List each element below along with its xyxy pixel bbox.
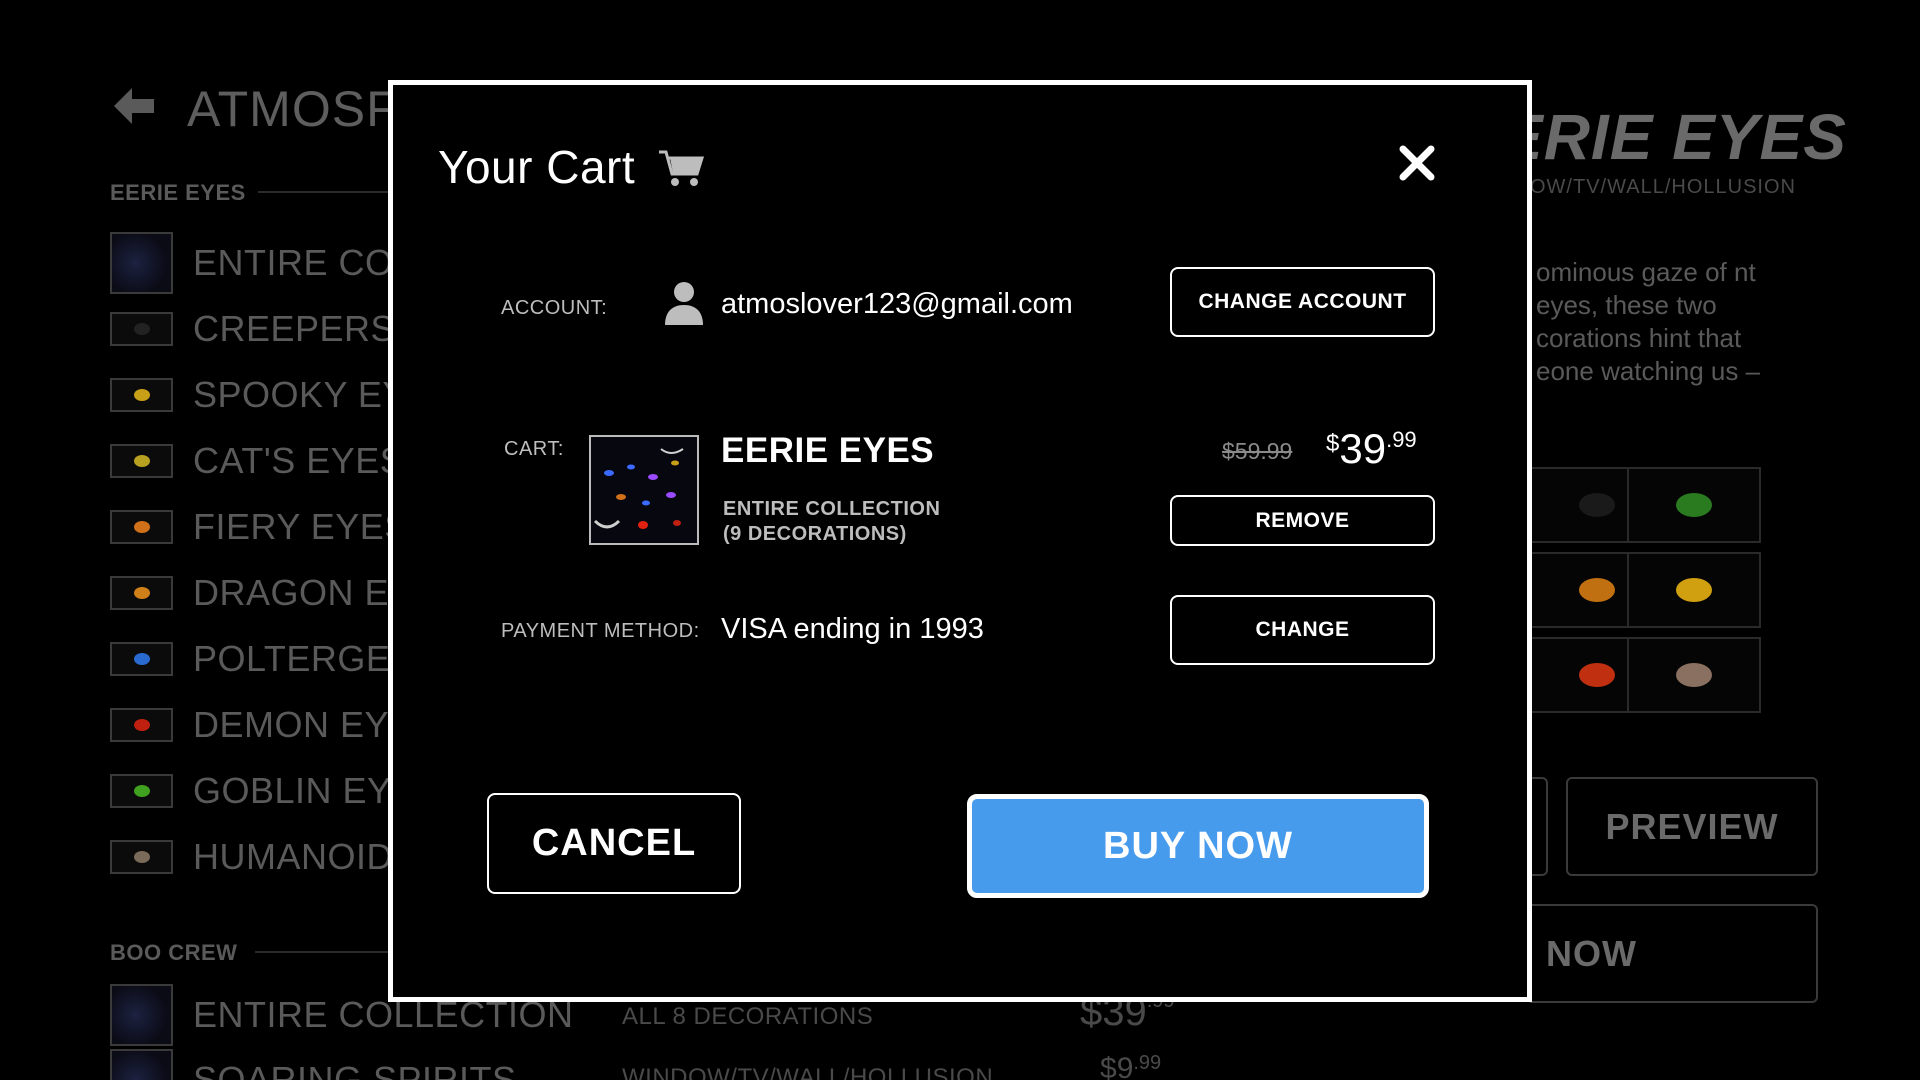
change-account-button[interactable]: CHANGE ACCOUNT <box>1170 267 1435 337</box>
eerie-eyes-artwork <box>591 437 697 543</box>
price-cents: .99 <box>1386 427 1417 452</box>
user-icon <box>665 282 703 325</box>
modal-title: Your Cart <box>438 140 705 194</box>
account-email: atmoslover123@gmail.com <box>721 288 1073 320</box>
product-subtitle-line: ENTIRE COLLECTION <box>723 498 941 520</box>
account-label: ACCOUNT: <box>501 297 608 319</box>
product-subtitle-line: (9 DECORATIONS) <box>723 523 907 545</box>
cart-icon <box>659 150 705 186</box>
product-name: EERIE EYES <box>721 431 935 470</box>
product-subtitle: ENTIRE COLLECTION (9 DECORATIONS) <box>723 497 940 547</box>
modal-title-text: Your Cart <box>438 141 636 193</box>
product-thumbnail <box>589 435 699 545</box>
original-price: $59.99 <box>1222 438 1293 464</box>
sale-price: $ 39 .99 <box>1326 425 1417 473</box>
close-icon[interactable] <box>1397 143 1437 183</box>
cancel-button[interactable]: CANCEL <box>487 793 741 894</box>
payment-method-label: PAYMENT METHOD: <box>501 620 700 642</box>
remove-button[interactable]: REMOVE <box>1170 495 1435 546</box>
change-payment-button[interactable]: CHANGE <box>1170 595 1435 665</box>
buy-now-button[interactable]: BUY NOW <box>967 794 1429 898</box>
price-whole: 39 <box>1339 425 1387 472</box>
cart-label: CART: <box>504 438 564 460</box>
price-currency: $ <box>1326 430 1340 457</box>
payment-method-value: VISA ending in 1993 <box>721 613 984 645</box>
cart-modal: Your Cart ACCOUNT: atmoslover123@gmail.c… <box>388 80 1532 1002</box>
